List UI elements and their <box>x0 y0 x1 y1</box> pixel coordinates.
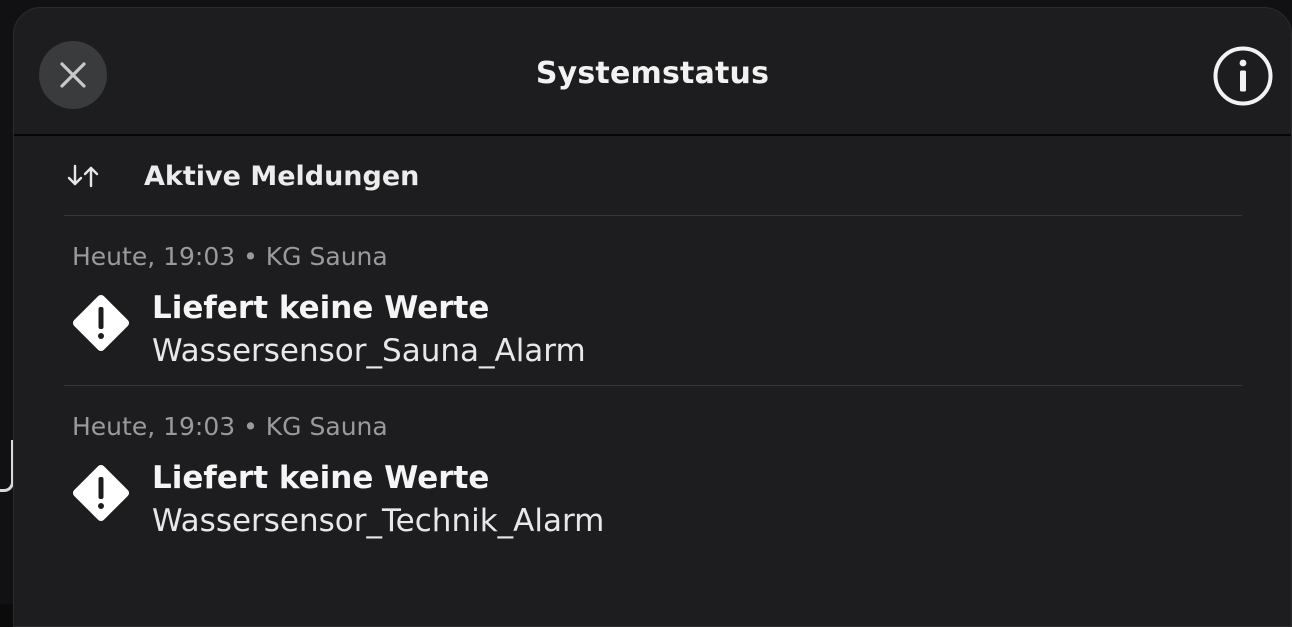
info-icon[interactable] <box>1212 45 1274 107</box>
system-status-dialog: Systemstatus Aktive Meldungen Heute, 19:… <box>13 7 1292 627</box>
message-meta: Heute, 19:03 • KG Sauna <box>72 412 388 441</box>
sort-arrows-icon[interactable] <box>67 162 101 192</box>
message-device: Wassersensor_Technik_Alarm <box>152 503 605 539</box>
message-title: Liefert keine Werte <box>152 290 490 326</box>
message-item[interactable]: Heute, 19:03 • KG Sauna Liefert keine We… <box>64 386 1242 556</box>
dialog-header: Systemstatus <box>14 8 1291 136</box>
section-title: Aktive Meldungen <box>144 161 420 192</box>
message-title: Liefert keine Werte <box>152 460 490 496</box>
message-device: Wassersensor_Sauna_Alarm <box>152 333 586 369</box>
warning-diamond-icon <box>72 294 130 352</box>
dialog-title: Systemstatus <box>535 56 770 91</box>
message-item[interactable]: Heute, 19:03 • KG Sauna Liefert keine We… <box>64 216 1242 386</box>
background-element-fragment <box>0 440 14 492</box>
message-meta: Heute, 19:03 • KG Sauna <box>72 242 388 271</box>
active-messages-header: Aktive Meldungen <box>64 136 1242 216</box>
warning-diamond-icon <box>72 464 130 522</box>
